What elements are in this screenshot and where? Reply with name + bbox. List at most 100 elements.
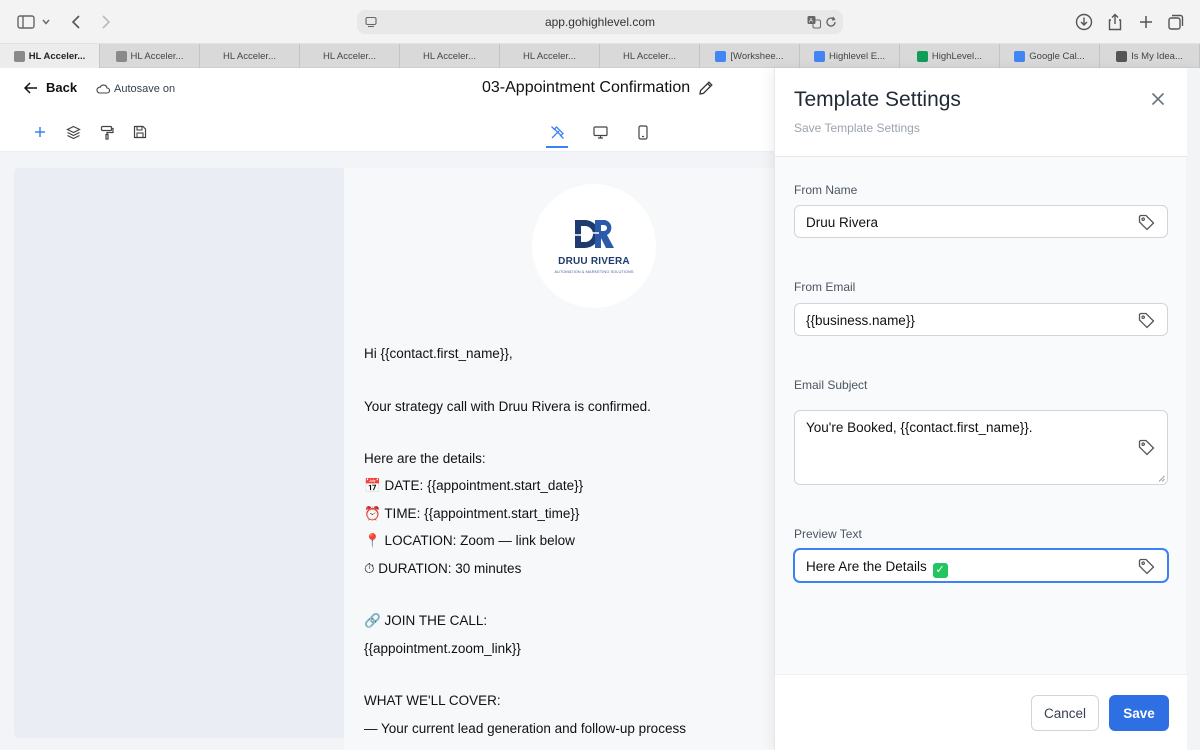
pencil-icon[interactable] — [698, 80, 714, 96]
browser-tab[interactable]: Highlevel E... — [800, 44, 900, 68]
docs-favicon-icon — [814, 50, 825, 62]
design-tools-icon[interactable] — [546, 124, 568, 148]
save-disk-icon[interactable] — [132, 124, 148, 140]
docs-favicon-icon — [715, 50, 727, 62]
site-settings-icon[interactable] — [365, 16, 377, 28]
browser-tab[interactable]: [Workshee... — [700, 44, 800, 68]
chevron-down-icon[interactable] — [38, 10, 54, 34]
address-bar[interactable]: app.gohighlevel.com A — [357, 10, 843, 34]
editor-toolbar — [0, 112, 774, 152]
logo-wordmark: DRUU RIVERA — [558, 256, 630, 267]
from-email-value: {{business.name}} — [806, 313, 915, 328]
email-detail-time[interactable]: ⏰ TIME: {{appointment.start_time}} — [364, 506, 579, 522]
forward-nav-icon[interactable] — [94, 10, 118, 34]
browser-tab[interactable]: HL Acceler... — [0, 44, 100, 68]
email-detail-date[interactable]: 📅 DATE: {{appointment.start_date}} — [364, 478, 583, 494]
panel-scrollbar[interactable] — [1186, 68, 1200, 750]
browser-tab-label: Is My Idea... — [1131, 50, 1183, 62]
browser-tab[interactable]: HL Acceler... — [200, 44, 300, 68]
svg-text:A: A — [809, 19, 813, 25]
preview-text-value: Here Are the Details — [806, 559, 927, 574]
editor-header: Back Autosave on 03-Appointment Confirma… — [0, 68, 774, 112]
merge-tag-icon[interactable] — [1138, 439, 1155, 456]
dr-monogram-icon — [573, 220, 614, 248]
share-icon[interactable] — [1103, 10, 1127, 34]
browser-tab[interactable]: HighLevel... — [900, 44, 1000, 68]
merge-tag-icon[interactable] — [1138, 214, 1155, 231]
add-element-icon[interactable] — [32, 124, 48, 140]
g-favicon-icon — [13, 50, 25, 62]
preview-text-field[interactable]: Here Are the Details ✓ — [794, 549, 1168, 582]
browser-tab[interactable]: Google Cal... — [1000, 44, 1100, 68]
sidebar-toggle-icon[interactable] — [14, 10, 38, 34]
desktop-preview-icon[interactable] — [592, 124, 608, 140]
merge-tag-icon[interactable] — [1138, 312, 1155, 329]
email-cover-heading[interactable]: WHAT WE'LL COVER: — [364, 693, 501, 708]
browser-tab[interactable]: HL Acceler... — [600, 44, 700, 68]
browser-tab-label: HL Acceler... — [523, 50, 576, 62]
cloud-icon — [96, 84, 110, 94]
email-paragraph[interactable]: Here are the details: — [364, 451, 486, 466]
editor-canvas: DRUU RIVERA AUTOMATION & MARKETING SOLUT… — [0, 152, 774, 750]
downloads-icon[interactable] — [1072, 10, 1096, 34]
browser-tab-label: [Workshee... — [730, 50, 784, 62]
merge-tag-icon[interactable] — [1138, 558, 1155, 575]
browser-tab[interactable]: HL Acceler... — [300, 44, 400, 68]
url-text: app.gohighlevel.com — [544, 15, 656, 29]
browser-tab-label: HL Acceler... — [623, 50, 676, 62]
back-button[interactable]: Back — [24, 80, 77, 95]
reload-icon[interactable] — [824, 15, 838, 29]
browser-tab[interactable]: Is My Idea... — [1100, 44, 1200, 68]
browser-tab[interactable]: HL Acceler... — [100, 44, 200, 68]
from-name-label: From Name — [794, 183, 858, 197]
email-preview[interactable]: DRUU RIVERA AUTOMATION & MARKETING SOLUT… — [344, 168, 774, 750]
autosave-status: Autosave on — [96, 83, 175, 95]
resize-handle-icon[interactable] — [1158, 475, 1165, 482]
save-button[interactable]: Save — [1109, 695, 1169, 731]
translate-icon[interactable]: A — [807, 15, 821, 29]
browser-tab-label: HL Acceler... — [223, 50, 276, 62]
from-name-value: Druu Rivera — [806, 215, 879, 230]
email-detail-duration[interactable]: ⏱ DURATION: 30 minutes — [364, 561, 521, 577]
paint-roller-icon[interactable] — [99, 124, 115, 140]
template-title-text: 03-Appointment Confirmation — [482, 79, 691, 96]
email-detail-location[interactable]: 📍 LOCATION: Zoom — link below — [364, 533, 575, 549]
back-label: Back — [46, 80, 78, 95]
brand-logo[interactable]: DRUU RIVERA AUTOMATION & MARKETING SOLUT… — [532, 184, 656, 308]
email-subject-field[interactable]: You're Booked, {{contact.first_name}}. — [794, 410, 1168, 485]
from-email-field[interactable]: {{business.name}} — [794, 303, 1168, 336]
logo-tagline: AUTOMATION & MARKETING SOLUTIONS — [554, 269, 634, 274]
email-join-heading[interactable]: 🔗 JOIN THE CALL: — [364, 613, 487, 629]
browser-toolbar: app.gohighlevel.com A — [0, 0, 1200, 44]
panel-subtitle: Save Template Settings — [794, 121, 920, 135]
email-greeting[interactable]: Hi {{contact.first_name}}, — [364, 346, 513, 361]
new-tab-icon[interactable] — [1134, 10, 1158, 34]
close-icon[interactable] — [1149, 90, 1167, 108]
canvas-margin — [14, 168, 344, 738]
template-title[interactable]: 03-Appointment Confirmation — [482, 79, 714, 97]
from-name-field[interactable]: Druu Rivera — [794, 205, 1168, 238]
g-favicon-icon — [115, 50, 127, 62]
browser-tab-label: HL Acceler... — [28, 50, 86, 62]
email-cover-item[interactable]: — Your current lead generation and follo… — [364, 721, 686, 736]
cancel-button[interactable]: Cancel — [1031, 695, 1099, 731]
autosave-label: Autosave on — [114, 83, 176, 95]
email-subject-label: Email Subject — [794, 378, 868, 392]
tab-overview-icon[interactable] — [1164, 10, 1188, 34]
browser-tab-label: HL Acceler... — [423, 50, 476, 62]
browser-tab-label: Highlevel E... — [829, 50, 885, 62]
browser-tab[interactable]: HL Acceler... — [500, 44, 600, 68]
email-subject-value: You're Booked, {{contact.first_name}}. — [806, 420, 1033, 435]
email-paragraph[interactable]: Your strategy call with Druu Rivera is c… — [364, 399, 651, 414]
panel-title: Template Settings — [794, 88, 961, 111]
browser-tab-label: Google Cal... — [1029, 50, 1085, 62]
back-nav-icon[interactable] — [64, 10, 88, 34]
panel-header: Template Settings Save Template Settings — [775, 68, 1187, 157]
mobile-preview-icon[interactable] — [635, 124, 651, 140]
template-settings-panel: Template Settings Save Template Settings… — [774, 68, 1200, 750]
browser-tab[interactable]: HL Acceler... — [400, 44, 500, 68]
arrow-left-icon — [24, 81, 37, 94]
layers-icon[interactable] — [65, 124, 81, 140]
email-zoom-link[interactable]: {{appointment.zoom_link}} — [364, 641, 521, 656]
browser-tab-label: HL Acceler... — [130, 50, 184, 62]
